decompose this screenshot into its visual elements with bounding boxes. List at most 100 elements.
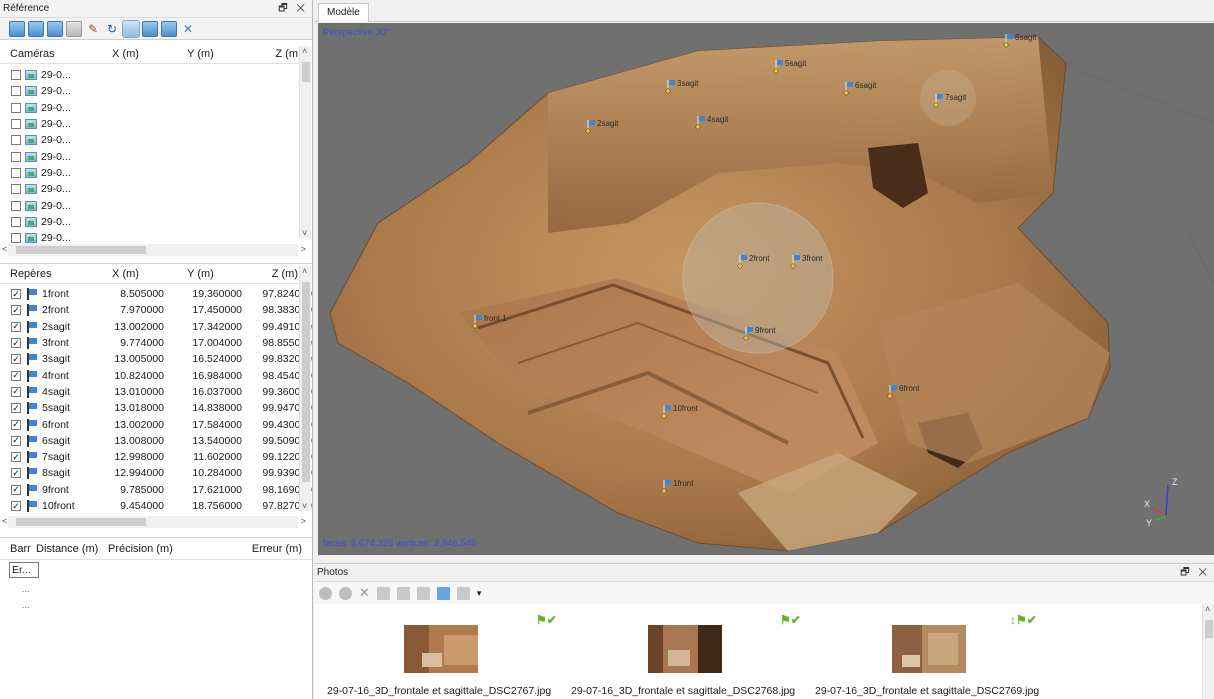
view-estimated-icon[interactable]: [142, 20, 158, 37]
binoculars-icon[interactable]: [416, 586, 430, 600]
col-error[interactable]: Erreur (m): [218, 543, 302, 555]
rotate-right-icon[interactable]: [396, 586, 410, 600]
refresh-icon[interactable]: ↻: [104, 21, 120, 37]
reference-title-text: Référence: [3, 3, 50, 14]
marker-row[interactable]: ✓ 2sagit 13.002000 17.342000 99.491000: [0, 319, 312, 335]
marker-checkbox[interactable]: ✓: [11, 484, 21, 495]
camera-checkbox[interactable]: [11, 86, 21, 97]
table-icon[interactable]: [66, 20, 82, 37]
settings-tools-icon[interactable]: ✕: [180, 21, 196, 37]
camera-row[interactable]: 29-0...: [0, 132, 312, 148]
col-cameras[interactable]: Caméras: [0, 48, 88, 60]
cameras-horizontal-scrollbar[interactable]: < >: [2, 244, 306, 256]
save-icon[interactable]: [47, 20, 63, 37]
export-icon[interactable]: [28, 20, 44, 37]
photo-thumbnail[interactable]: [892, 625, 966, 673]
cameras-vertical-scrollbar[interactable]: ˄ ˅: [299, 46, 311, 238]
marker-row[interactable]: ✓ 3sagit 13.005000 16.524000 99.832000: [0, 351, 312, 367]
marker-checkbox[interactable]: ✓: [11, 435, 21, 446]
marker-checkbox[interactable]: ✓: [11, 289, 21, 300]
view-errors-icon[interactable]: [161, 20, 177, 37]
camera-checkbox[interactable]: [11, 233, 21, 244]
import-icon[interactable]: [9, 20, 25, 37]
model-3d-render[interactable]: 8sagit 5sagit 3sagit 6sagit 7sagit 2sagit 4sag…: [318, 23, 1214, 555]
col-bar[interactable]: Barr: [0, 543, 36, 555]
photos-panel-controls[interactable]: 🗗 ✕: [1180, 564, 1210, 582]
camera-row[interactable]: 29-0...: [0, 181, 312, 197]
marker-checkbox[interactable]: ✓: [11, 354, 21, 365]
markers-horizontal-scrollbar[interactable]: < >: [2, 516, 306, 528]
marker-checkbox[interactable]: ✓: [11, 305, 21, 316]
camera-checkbox[interactable]: [11, 167, 21, 178]
remove-photo-icon[interactable]: ✕: [359, 585, 370, 601]
marker-checkbox[interactable]: ✓: [11, 403, 21, 414]
camera-row[interactable]: 29-0...: [0, 148, 312, 164]
marker-row[interactable]: ✓ 6sagit 13.008000 13.540000 99.509000: [0, 433, 312, 449]
photo-label[interactable]: 29-07-16_3D_frontale et sagittale_DSC276…: [327, 685, 551, 697]
col-precision[interactable]: Précision (m): [108, 543, 218, 555]
marker-row[interactable]: ✓ 6front 13.002000 17.584000 99.430000: [0, 416, 312, 432]
marker-row[interactable]: ✓ 4sagit 13.010000 16.037000 99.360000: [0, 384, 312, 400]
scalebar-item[interactable]: ...: [22, 600, 312, 610]
col-marker-y[interactable]: Y (m): [163, 268, 238, 280]
marker-row[interactable]: ✓ 7sagit 12.998000 11.602000 99.122000: [0, 449, 312, 465]
photo-thumbnail[interactable]: [404, 625, 478, 673]
camera-checkbox[interactable]: [11, 135, 21, 146]
camera-checkbox[interactable]: [11, 70, 21, 81]
camera-row[interactable]: 29-0...: [0, 214, 312, 230]
camera-row[interactable]: 29-0...: [0, 67, 312, 83]
marker-row[interactable]: ✓ 5sagit 13.018000 14.838000 99.947000: [0, 400, 312, 416]
camera-row[interactable]: 29-0...: [0, 100, 312, 116]
marker-checkbox[interactable]: ✓: [11, 419, 21, 430]
disable-photo-icon[interactable]: [339, 586, 352, 600]
col-marker-x[interactable]: X (m): [88, 268, 163, 280]
camera-checkbox[interactable]: [11, 184, 21, 195]
photo-thumbnail[interactable]: [648, 625, 722, 673]
marker-checkbox[interactable]: ✓: [11, 501, 21, 511]
marker-checkbox[interactable]: ✓: [11, 386, 21, 397]
marker-checkbox[interactable]: ✓: [11, 321, 21, 332]
col-distance[interactable]: Distance (m): [36, 543, 108, 555]
col-markers[interactable]: Repères: [0, 268, 88, 280]
grid-view-icon[interactable]: [456, 586, 470, 600]
camera-row[interactable]: 29-0...: [0, 165, 312, 181]
col-z[interactable]: Z (m: [238, 48, 298, 60]
view-dropdown-icon[interactable]: ▾: [477, 588, 482, 599]
col-marker-z[interactable]: Z (m): [238, 268, 298, 280]
rotate-left-icon[interactable]: [376, 586, 390, 600]
marker-row[interactable]: ✓ 8sagit 12.994000 10.284000 99.939000: [0, 465, 312, 481]
col-x[interactable]: X (m): [88, 48, 163, 60]
camera-checkbox[interactable]: [11, 102, 21, 113]
marker-checkbox[interactable]: ✓: [11, 452, 21, 463]
photos-vertical-scrollbar[interactable]: ˄: [1202, 604, 1214, 699]
camera-row[interactable]: 29-0...: [0, 116, 312, 132]
marker-row[interactable]: ✓ 3front 9.774000 17.004000 98.855000: [0, 335, 312, 351]
view-source-icon[interactable]: [122, 19, 140, 38]
marker-checkbox[interactable]: ✓: [11, 370, 21, 381]
camera-checkbox[interactable]: [11, 200, 21, 211]
markers-vertical-scrollbar[interactable]: ˄ ˅: [299, 266, 311, 511]
marker-checkbox[interactable]: ✓: [11, 468, 21, 479]
photo-label[interactable]: 29-07-16_3D_frontale et sagittale_DSC276…: [815, 685, 1039, 697]
camera-checkbox[interactable]: [11, 216, 21, 227]
marker-row[interactable]: ✓ 4front 10.824000 16.984000 98.454000: [0, 367, 312, 383]
marker-row[interactable]: ✓ 9front 9.785000 17.621000 98.169000: [0, 482, 312, 498]
marker-row[interactable]: ✓ 2front 7.970000 17.450000 98.383000: [0, 302, 312, 318]
scalebar-item[interactable]: ...: [22, 584, 312, 594]
camera-checkbox[interactable]: [11, 119, 21, 130]
tab-model[interactable]: Modèle: [318, 3, 369, 22]
enable-photo-icon[interactable]: [319, 586, 332, 600]
marker-row[interactable]: ✓ 10front 9.454000 18.756000 97.827000: [0, 498, 312, 514]
scalebar-cell-editor[interactable]: Er...: [9, 562, 39, 578]
model-viewport[interactable]: 8sagit 5sagit 3sagit 6sagit 7sagit 2sagit 4sag…: [318, 23, 1214, 555]
reference-panel-controls[interactable]: 🗗 ✕: [278, 0, 308, 18]
photo-label[interactable]: 29-07-16_3D_frontale et sagittale_DSC276…: [571, 685, 795, 697]
camera-checkbox[interactable]: [11, 151, 21, 162]
wand-icon[interactable]: ✎: [85, 21, 101, 37]
marker-checkbox[interactable]: ✓: [11, 338, 21, 349]
camera-row[interactable]: 29-0...: [0, 197, 312, 213]
marker-row[interactable]: ✓ 1front 8.505000 19.360000 97.824000: [0, 286, 312, 302]
thumbnail-view-icon[interactable]: [436, 586, 450, 600]
col-y[interactable]: Y (m): [163, 48, 238, 60]
camera-row[interactable]: 29-0...: [0, 83, 312, 99]
